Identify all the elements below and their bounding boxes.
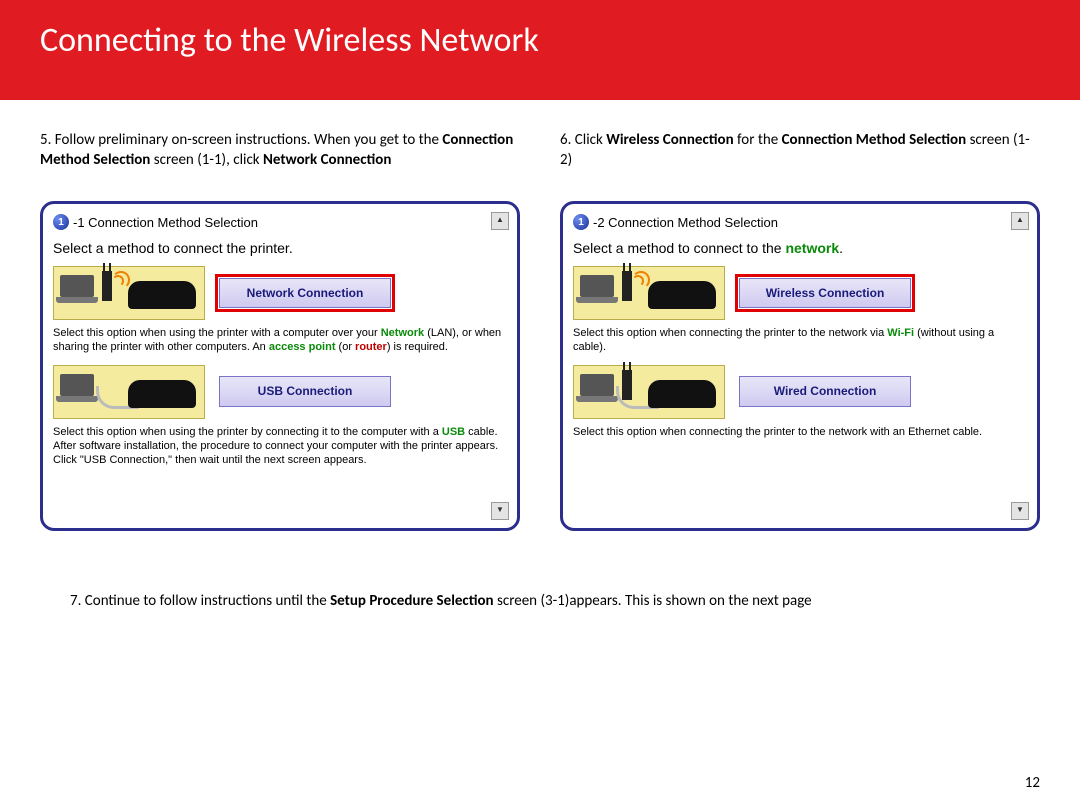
wireless-thumb-icon [573, 266, 725, 320]
option-network-row: Network Connection [51, 266, 509, 320]
step-suffix: -1 Connection Method Selection [73, 214, 258, 232]
wired-option-desc: Select this option when connecting the p… [571, 419, 1029, 449]
network-connection-button[interactable]: Network Connection [219, 278, 391, 308]
step-badge-icon: 1 [573, 214, 589, 230]
step-num: 5. [40, 131, 51, 149]
step-num: 6. [560, 131, 571, 149]
scroll-up-icon[interactable]: ▲ [1011, 212, 1029, 230]
option-wireless-row: Wireless Connection [571, 266, 1029, 320]
page-number: 12 [1025, 774, 1040, 792]
step-num: 7. [70, 592, 81, 610]
scroll-up-icon[interactable]: ▲ [491, 212, 509, 230]
wireless-connection-button[interactable]: Wireless Connection [739, 278, 911, 308]
slide-header: Connecting to the Wireless Network [0, 0, 1080, 100]
wired-thumb-icon [573, 365, 725, 419]
left-column: 5. Follow preliminary on-screen instruct… [40, 130, 520, 531]
network-thumb-icon [53, 266, 205, 320]
usb-option-desc: Select this option when using the printe… [51, 419, 509, 478]
page-title: Connecting to the Wireless Network [40, 20, 1040, 61]
option-usb-row: USB Connection [51, 365, 509, 419]
scroll-down-icon[interactable]: ▼ [491, 502, 509, 520]
wired-connection-button[interactable]: Wired Connection [739, 376, 911, 406]
network-option-desc: Select this option when using the printe… [51, 320, 509, 365]
dialog-step-row: 1 -1 Connection Method Selection [51, 212, 509, 236]
usb-connection-button[interactable]: USB Connection [219, 376, 391, 406]
dialog-step-row: 1 -2 Connection Method Selection [571, 212, 1029, 236]
step-badge-icon: 1 [53, 214, 69, 230]
dialog-prompt: Select a method to connect the printer. [51, 235, 509, 266]
dialog-1-2: ▲ ▼ 1 -2 Connection Method Selection Sel… [560, 201, 1040, 531]
main-columns: 5. Follow preliminary on-screen instruct… [0, 100, 1080, 541]
wireless-option-desc: Select this option when connecting the p… [571, 320, 1029, 365]
instruction-5: 5. Follow preliminary on-screen instruct… [40, 130, 520, 171]
dialog-prompt: Select a method to connect to the networ… [571, 235, 1029, 266]
option-wired-row: Wired Connection [571, 365, 1029, 419]
right-column: 6. Click Wireless Connection for the Con… [560, 130, 1040, 531]
usb-thumb-icon [53, 365, 205, 419]
instruction-6: 6. Click Wireless Connection for the Con… [560, 130, 1040, 171]
step-suffix: -2 Connection Method Selection [593, 214, 778, 232]
instruction-7: 7. Continue to follow instructions until… [0, 541, 1080, 612]
dialog-1-1: ▲ ▼ 1 -1 Connection Method Selection Sel… [40, 201, 520, 531]
scroll-down-icon[interactable]: ▼ [1011, 502, 1029, 520]
